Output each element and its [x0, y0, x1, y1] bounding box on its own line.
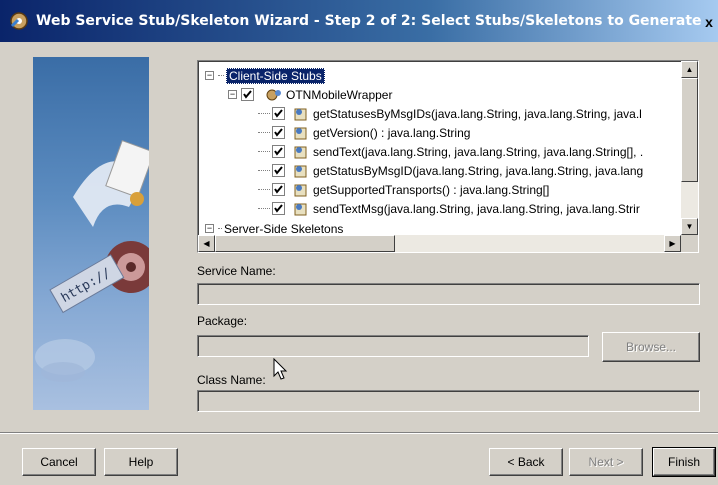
tree-label-method[interactable]: getSupportedTransports() : java.lang.Str…: [313, 183, 549, 197]
tree-label-server-skeletons[interactable]: Server-Side Skeletons: [224, 222, 343, 235]
tree-node-service[interactable]: − OTNMobileWrapper: [228, 85, 392, 104]
cancel-button[interactable]: Cancel: [22, 448, 96, 476]
method-icon: [293, 201, 309, 217]
tree-label-method[interactable]: getStatusesByMsgIDs(java.lang.String, ja…: [313, 107, 642, 121]
window-title: Web Service Stub/Skeleton Wizard - Step …: [36, 13, 702, 29]
tree-line: [258, 189, 270, 190]
method-icon: [293, 182, 309, 198]
footer-separator: [0, 432, 718, 434]
checkbox[interactable]: [241, 88, 254, 101]
checkbox[interactable]: [272, 202, 285, 215]
tree-line: [258, 170, 270, 171]
tree-node-client-stubs[interactable]: − Client-Side Stubs: [205, 66, 325, 85]
tree-node-method[interactable]: getVersion() : java.lang.String: [258, 123, 470, 142]
collapse-icon[interactable]: −: [205, 71, 214, 80]
title-bar: Web Service Stub/Skeleton Wizard - Step …: [0, 0, 718, 42]
service-name-label: Service Name:: [197, 264, 276, 278]
class-name-label: Class Name:: [197, 373, 266, 387]
checkbox[interactable]: [272, 145, 285, 158]
tree-rows: − Client-Side Stubs − OTNMobileWrapper g…: [200, 63, 680, 234]
tree-line: [258, 208, 270, 209]
stubs-tree[interactable]: − Client-Side Stubs − OTNMobileWrapper g…: [197, 60, 699, 253]
next-button[interactable]: Next >: [569, 448, 643, 476]
tree-label-client-stubs[interactable]: Client-Side Stubs: [226, 67, 325, 84]
tree-node-server-skeletons[interactable]: − Server-Side Skeletons: [205, 219, 343, 234]
tree-label-method[interactable]: getStatusByMsgID(java.lang.String, java.…: [313, 164, 643, 178]
scroll-up-button[interactable]: ▲: [681, 61, 698, 78]
tree-label-method[interactable]: getVersion() : java.lang.String: [313, 126, 470, 140]
tree-node-method[interactable]: getStatusesByMsgIDs(java.lang.String, ja…: [258, 104, 642, 123]
method-icon: [293, 125, 309, 141]
scroll-down-button[interactable]: ▼: [681, 218, 698, 235]
tree-node-method[interactable]: getSupportedTransports() : java.lang.Str…: [258, 180, 549, 199]
service-name-field[interactable]: [197, 283, 700, 305]
wizard-gear-icon: [8, 10, 30, 32]
back-button[interactable]: < Back: [489, 448, 563, 476]
tree-node-method[interactable]: sendTextMsg(java.lang.String, java.lang.…: [258, 199, 640, 218]
package-label: Package:: [197, 314, 248, 328]
scroll-thumb[interactable]: [215, 235, 395, 252]
tree-line: [258, 132, 270, 133]
tree-label-method[interactable]: sendTextMsg(java.lang.String, java.lang.…: [313, 202, 640, 216]
method-icon: [293, 106, 309, 122]
checkbox[interactable]: [272, 126, 285, 139]
collapse-icon[interactable]: −: [228, 90, 237, 99]
close-button[interactable]: x: [702, 14, 716, 30]
tree-node-method[interactable]: getStatusByMsgID(java.lang.String, java.…: [258, 161, 643, 180]
web-service-icon: [266, 87, 282, 103]
scroll-corner: [681, 235, 698, 252]
scroll-right-button[interactable]: ▶: [664, 235, 681, 252]
wizard-illustration: http://: [33, 57, 149, 410]
finish-button[interactable]: Finish: [652, 447, 716, 477]
checkbox[interactable]: [272, 183, 285, 196]
vertical-scrollbar[interactable]: ▲ ▼: [681, 61, 698, 235]
method-icon: [293, 144, 309, 160]
checkbox[interactable]: [272, 164, 285, 177]
scroll-thumb[interactable]: [681, 78, 698, 182]
scroll-left-button[interactable]: ◀: [198, 235, 215, 252]
tree-line: [218, 75, 224, 76]
tree-line: [258, 113, 270, 114]
browse-button[interactable]: Browse...: [602, 332, 700, 362]
tree-label-service[interactable]: OTNMobileWrapper: [286, 88, 392, 102]
tree-node-method[interactable]: sendText(java.lang.String, java.lang.Str…: [258, 142, 643, 161]
help-button[interactable]: Help: [104, 448, 178, 476]
collapse-icon[interactable]: −: [205, 224, 214, 233]
method-icon: [293, 163, 309, 179]
tree-label-method[interactable]: sendText(java.lang.String, java.lang.Str…: [313, 145, 643, 159]
class-name-field[interactable]: [197, 390, 700, 412]
horizontal-scrollbar[interactable]: ◀ ▶: [198, 235, 681, 252]
tree-line: [258, 151, 270, 152]
package-field[interactable]: [197, 335, 589, 357]
checkbox[interactable]: [272, 107, 285, 120]
mouse-cursor-icon: [273, 357, 289, 385]
tree-line: [218, 228, 222, 229]
